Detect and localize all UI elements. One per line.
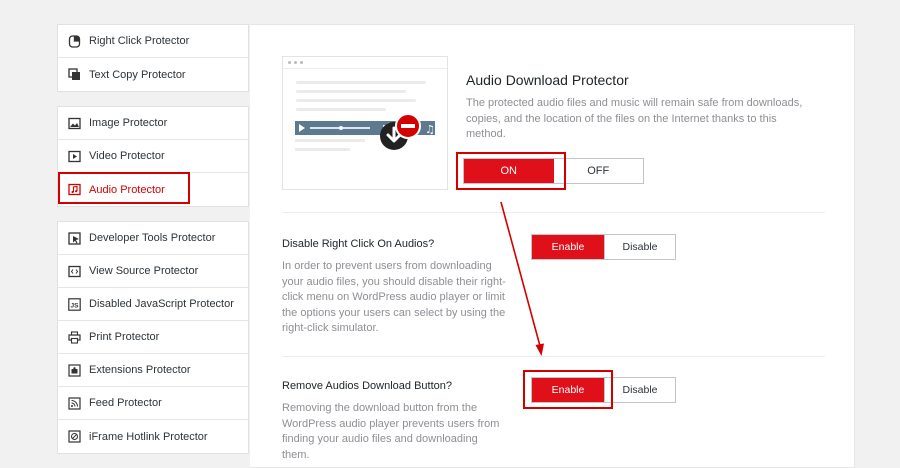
mouse-icon [68,34,81,48]
rss-icon [68,396,81,410]
prohibited-icon [395,113,421,139]
download-button-option-buttons: Enable Disable [531,377,676,403]
sidebar-group-media: Image Protector Video Protector Audio Pr… [57,106,249,207]
sidebar-item-label: Image Protector [89,117,168,129]
divider [282,356,825,357]
toggle-on-button[interactable]: ON [464,159,554,183]
sidebar-item-label: Disabled JavaScript Protector [89,298,234,310]
option-description: Removing the download button from the Wo… [282,402,500,461]
divider [282,212,825,213]
sidebar-item-disabled-javascript[interactable]: JS Disabled JavaScript Protector [58,288,248,321]
printer-icon [68,330,81,344]
sidebar-item-label: Video Protector [89,150,165,162]
svg-text:JS: JS [71,302,80,309]
section-title: Audio Download Protector [466,72,629,88]
sidebar-item-image[interactable]: Image Protector [58,107,248,140]
link-icon [68,430,81,443]
toggle-off-button[interactable]: OFF [553,159,643,183]
disable-button[interactable]: Disable [604,378,675,402]
enable-button[interactable]: Enable [532,235,604,259]
sidebar-item-text-copy[interactable]: Text Copy Protector [58,58,248,91]
sidebar-item-iframe-hotlink[interactable]: iFrame Hotlink Protector [58,420,248,453]
code-icon [68,265,81,278]
sidebar-item-label: Feed Protector [89,397,162,409]
sidebar-item-print[interactable]: Print Protector [58,321,248,354]
sidebar-item-label: Audio Protector [89,183,165,196]
right-click-option-buttons: Enable Disable [531,234,676,260]
sidebar-item-label: Text Copy Protector [89,68,186,81]
sidebar-item-label: Extensions Protector [89,364,191,376]
enable-button[interactable]: Enable [532,378,604,402]
svg-text:♫: ♫ [425,123,435,136]
sidebar-item-video[interactable]: Video Protector [58,140,248,173]
option-description: In order to prevent users from downloadi… [282,260,506,334]
sidebar-group-content: Right Click Protector Text Copy Protecto… [57,24,249,92]
sidebar-item-audio[interactable]: Audio Protector [58,173,248,206]
sidebar: Right Click Protector Text Copy Protecto… [57,24,249,468]
sidebar-item-label: Right Click Protector [89,35,190,47]
cursor-icon [68,231,81,245]
sidebar-item-label: View Source Protector [89,265,199,277]
audio-icon [68,183,81,196]
protector-toggle: ON OFF [463,158,644,184]
disable-button[interactable]: Disable [604,235,675,259]
sidebar-item-label: Print Protector [89,331,160,343]
section-description: The protected audio files and music will… [466,97,803,140]
sidebar-item-label: Developer Tools Protector [89,232,216,244]
sidebar-group-advanced: Developer Tools Protector View Source Pr… [57,221,249,454]
sidebar-item-feed[interactable]: Feed Protector [58,387,248,420]
video-icon [68,150,81,163]
copy-icon [68,68,81,81]
puzzle-icon [68,363,81,377]
js-icon: JS [68,297,81,311]
option-title: Disable Right Click On Audios? [282,238,435,250]
audio-player-illustration: ♫ [282,56,448,190]
audio-player-graphic: ♫ [295,121,435,151]
sidebar-item-extensions[interactable]: Extensions Protector [58,354,248,387]
sidebar-item-label: iFrame Hotlink Protector [89,430,208,443]
sidebar-item-view-source[interactable]: View Source Protector [58,255,248,288]
sidebar-item-developer-tools[interactable]: Developer Tools Protector [58,222,248,255]
sidebar-item-right-click[interactable]: Right Click Protector [58,25,248,58]
option-title: Remove Audios Download Button? [282,380,452,392]
image-icon [68,117,81,130]
